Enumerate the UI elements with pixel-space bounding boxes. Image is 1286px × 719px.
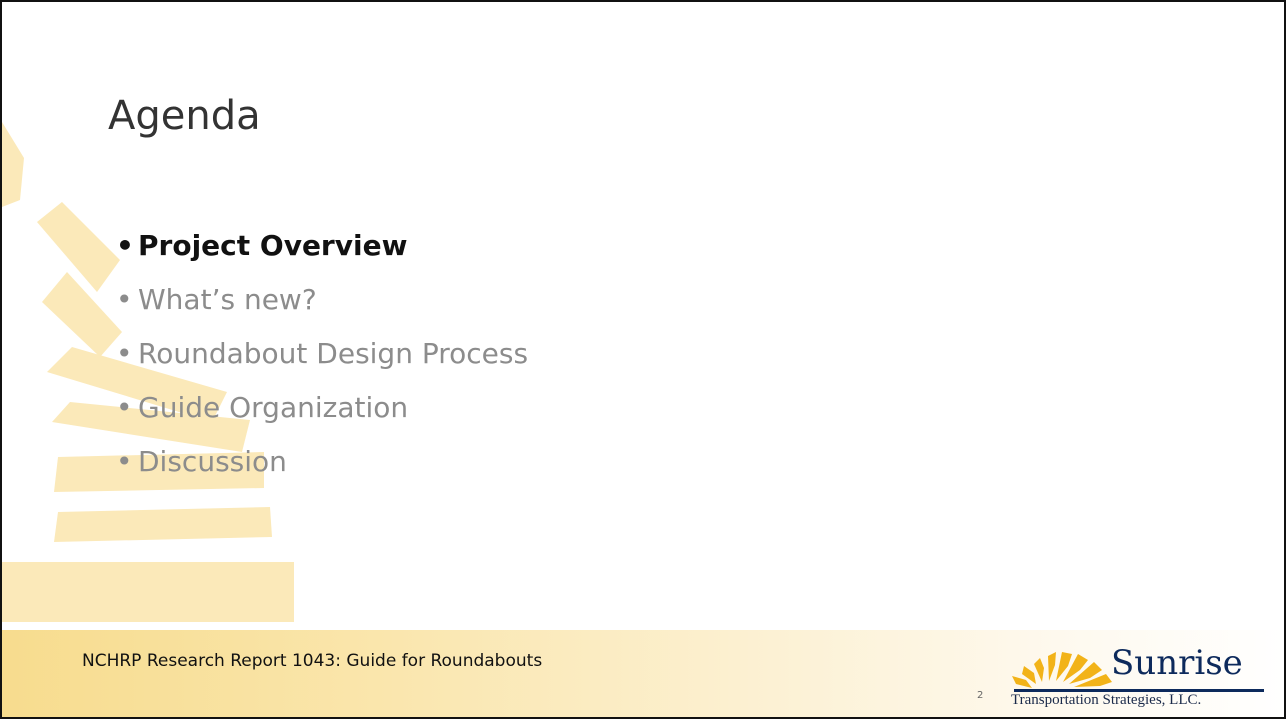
agenda-item-project-overview: • Project Overview xyxy=(116,219,528,273)
agenda-item-label: What’s new? xyxy=(138,283,317,316)
agenda-item-design-process: • Roundabout Design Process xyxy=(116,327,528,381)
agenda-list: • Project Overview • What’s new? • Roundabo… xyxy=(116,219,528,489)
bullet-icon: • xyxy=(116,391,133,424)
ray-shape xyxy=(42,272,122,357)
ray-shape xyxy=(37,202,120,292)
ray-shape xyxy=(2,122,24,207)
ray-shape xyxy=(2,562,294,622)
bullet-icon: • xyxy=(116,445,133,478)
agenda-item-label: Roundabout Design Process xyxy=(138,337,529,370)
page-number: 2 xyxy=(977,690,984,701)
agenda-item-label: Guide Organization xyxy=(138,391,409,424)
bullet-icon: • xyxy=(116,283,133,316)
agenda-item-label: Project Overview xyxy=(138,229,408,262)
bullet-icon: • xyxy=(116,337,133,370)
agenda-item-whats-new: • What’s new? xyxy=(116,273,528,327)
slide: Agenda • Project Overview • What’s new? • R… xyxy=(0,0,1286,719)
agenda-item-label: Discussion xyxy=(138,445,287,478)
footer-text: NCHRP Research Report 1043: Guide for Ro… xyxy=(82,651,543,671)
sun-rays-icon xyxy=(1012,652,1112,688)
ray-shape xyxy=(54,507,272,542)
logo-tagline: Transportation Strategies, LLC. xyxy=(1011,692,1202,708)
logo-wordmark: Sunrise xyxy=(1111,643,1243,683)
agenda-item-guide-organization: • Guide Organization xyxy=(116,381,528,435)
bullet-icon: • xyxy=(116,229,134,262)
slide-title: Agenda xyxy=(108,93,261,139)
agenda-item-discussion: • Discussion xyxy=(116,435,528,489)
